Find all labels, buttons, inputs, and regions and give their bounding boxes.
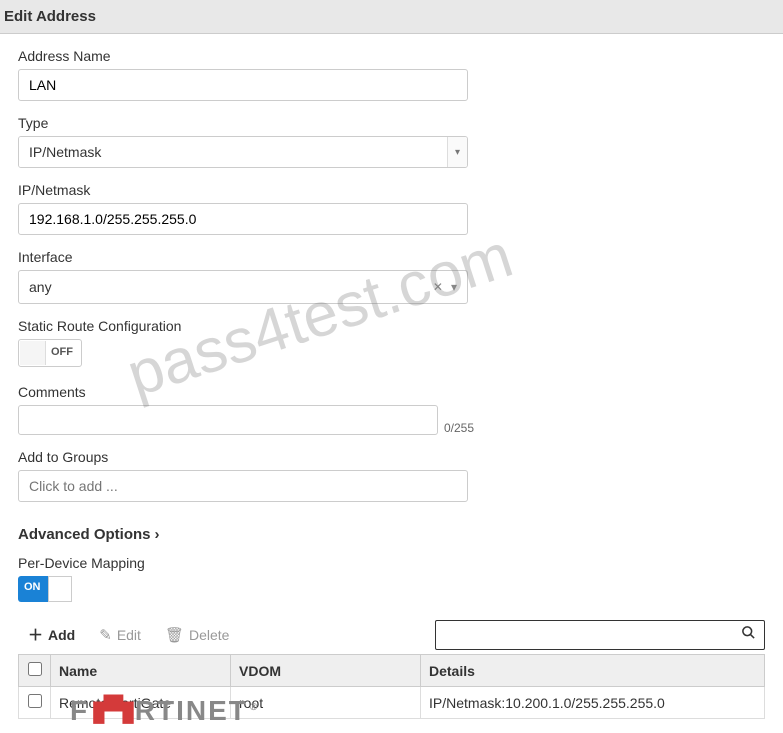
panel-title: Edit Address [0,0,783,34]
vdom-header[interactable]: VDOM [231,655,421,687]
select-all-header[interactable] [19,655,51,687]
toggle-on-label: ON [24,581,41,593]
add-label: Add [48,627,75,643]
per-device-mapping-toggle[interactable]: ON [18,576,72,602]
toggle-off-label: OFF [51,346,73,358]
comments-label: Comments [18,384,765,400]
ip-netmask-label: IP/Netmask [18,182,765,198]
select-all-checkbox[interactable] [28,662,42,676]
add-button[interactable]: ＋ Add [18,619,85,650]
row-checkbox-cell[interactable] [19,687,51,719]
ip-netmask-input[interactable] [18,203,468,235]
mapping-table: Name VDOM Details Remote-FortiGate root … [18,654,765,719]
table-row[interactable]: Remote-FortiGate root IP/Netmask:10.200.… [19,687,765,719]
mapping-toolbar: ＋ Add ✎ Edit 🗑 Delete [18,619,765,650]
advanced-options-toggle[interactable]: Advanced Options › [18,526,160,543]
comments-input[interactable] [18,405,438,435]
search-input[interactable] [444,627,741,643]
chevron-down-icon[interactable]: ▾ [447,280,461,294]
trash-icon: 🗑 [165,626,184,644]
interface-value: any [29,279,429,295]
table-header-row: Name VDOM Details [19,655,765,687]
chevron-down-icon: ▾ [447,137,467,167]
edit-icon: ✎ [99,626,112,644]
delete-button[interactable]: 🗑 Delete [155,621,240,649]
edit-address-form: Address Name Type IP/Netmask ▾ IP/Netmas… [0,34,783,733]
comments-char-count: 0/255 [444,421,474,435]
add-to-groups-input[interactable] [18,470,468,502]
address-name-label: Address Name [18,48,765,64]
search-box[interactable] [435,620,765,650]
interface-label: Interface [18,249,765,265]
address-name-input[interactable] [18,69,468,101]
plus-icon: ＋ [28,624,43,645]
edit-button[interactable]: ✎ Edit [89,621,151,649]
interface-select[interactable]: any ✕ ▾ [18,270,468,304]
row-name: Remote-FortiGate [51,687,231,719]
toggle-knob [20,341,46,365]
clear-icon[interactable]: ✕ [429,280,447,294]
search-icon [741,625,756,644]
row-vdom: root [231,687,421,719]
row-checkbox[interactable] [28,694,42,708]
per-device-mapping-label: Per-Device Mapping [18,555,765,571]
chevron-right-icon: › [155,526,160,543]
type-value: IP/Netmask [19,137,447,167]
edit-label: Edit [117,627,141,643]
static-route-label: Static Route Configuration [18,318,765,334]
advanced-options-label: Advanced Options [18,526,151,543]
type-select[interactable]: IP/Netmask ▾ [18,136,468,168]
toggle-knob [48,576,72,602]
details-header[interactable]: Details [421,655,765,687]
type-label: Type [18,115,765,131]
delete-label: Delete [189,627,229,643]
row-details: IP/Netmask:10.200.1.0/255.255.255.0 [421,687,765,719]
static-route-toggle[interactable]: OFF [18,339,82,367]
name-header[interactable]: Name [51,655,231,687]
add-to-groups-label: Add to Groups [18,449,765,465]
